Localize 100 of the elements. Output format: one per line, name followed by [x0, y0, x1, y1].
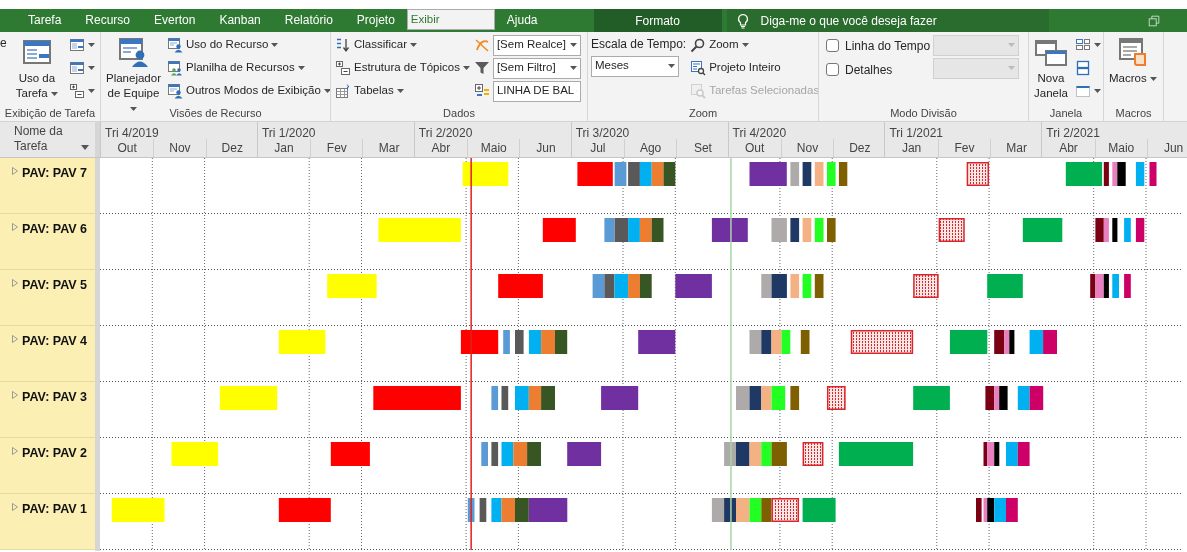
month-label: Jun — [1146, 139, 1187, 157]
ribbon-tab[interactable]: Recurso — [73, 9, 143, 32]
person-sheet-icon — [167, 37, 183, 53]
quarter-label: Tri 3/2020 — [574, 125, 631, 139]
ribbon-tab[interactable]: Formato — [593, 9, 722, 32]
ribbon-button[interactable]: Planilha de Recursos — [166, 57, 330, 79]
search-field[interactable]: Diga-me o que você deseja fazer — [758, 10, 1039, 31]
table-icon — [335, 83, 351, 99]
ribbon-tab[interactable]: Tarefa — [16, 9, 74, 32]
month-label: Jan — [273, 140, 295, 157]
ribbon-button[interactable]: Planejador de Equipe — [104, 34, 163, 116]
ribbon-tab[interactable]: Exibir — [406, 9, 495, 30]
group-label: Modo Divisão — [889, 106, 958, 121]
ribbon-tab[interactable]: Everton — [142, 9, 208, 32]
dropdown-field[interactable]: Meses — [591, 55, 679, 77]
ribbon-tab[interactable]: Ajuda — [494, 9, 550, 32]
ribbon-button[interactable]: Macros — [1107, 34, 1159, 86]
checkbox[interactable] — [826, 63, 839, 76]
person-sheet-icon — [167, 83, 183, 99]
month-label: Maio — [1094, 139, 1147, 157]
ribbon-button[interactable]: Estrutura de Tópicos — [334, 57, 471, 79]
group-label: Macros — [1114, 106, 1153, 121]
field-label: Escala de Tempo: — [591, 36, 687, 53]
restore-window-icon — [1147, 14, 1161, 29]
group-label: Exibição de Tarefa — [3, 106, 97, 121]
filter-icon — [473, 60, 490, 76]
expand-icon[interactable] — [12, 447, 18, 455]
quarter-label: Tri 4/2020 — [731, 125, 788, 139]
person-sheet-icon — [117, 36, 150, 68]
ribbon-button[interactable]: Tabelas — [334, 80, 471, 102]
checkbox[interactable] — [826, 39, 839, 52]
people-sheet-icon — [167, 60, 183, 76]
row-header[interactable]: PAV: PAV 5 — [0, 270, 95, 326]
outline-icon — [69, 83, 85, 99]
caret-icon — [1008, 43, 1016, 47]
ribbon-tab[interactable]: Kanban — [207, 9, 273, 32]
month-label: Nov — [780, 139, 834, 157]
month-label: Abr — [430, 140, 452, 157]
ribbon-button[interactable]: Uso da Tarefa — [9, 34, 64, 101]
expand-icon[interactable] — [12, 223, 18, 231]
sort-icon — [335, 37, 351, 53]
expand-icon[interactable] — [12, 503, 18, 511]
search-box[interactable]: Diga-me o que você deseja fazer — [726, 9, 1049, 32]
task-name: PAV: PAV 6 — [22, 221, 88, 238]
arrange-icon — [1074, 37, 1091, 53]
grouping-icon — [473, 83, 490, 99]
macro-icon — [1116, 36, 1149, 68]
task-name: PAV: PAV 1 — [22, 501, 88, 518]
ribbon-button[interactable]: Projeto Inteiro — [689, 57, 818, 79]
month-label: Nov — [153, 139, 206, 157]
row-header[interactable]: PAV: PAV 6 — [0, 214, 95, 270]
caret-icon — [569, 66, 577, 70]
quarter-label: Tri 1/2020 — [260, 125, 317, 139]
expand-icon[interactable] — [12, 279, 18, 287]
task-name: PAV: PAV 3 — [22, 389, 88, 406]
column-header[interactable]: Nome da Tarefa — [14, 124, 74, 154]
group-label: Janela — [1048, 106, 1084, 121]
task-name: PAV: PAV 4 — [22, 333, 88, 350]
ribbon-button[interactable]: Classificar — [334, 34, 471, 56]
expand-icon[interactable] — [12, 335, 18, 343]
button-label: e — [0, 35, 7, 52]
caret-icon — [668, 64, 675, 68]
checkbox-label: Detalhes — [845, 61, 893, 79]
row-header[interactable]: PAV: PAV 3 — [0, 382, 95, 438]
quarter-label: Tri 4/2019 — [104, 125, 160, 139]
magnifier-icon — [690, 83, 707, 99]
month-label: Maio — [467, 139, 520, 157]
group-label: Dados — [442, 106, 476, 121]
quarter-label: Tri 2/2020 — [417, 125, 474, 139]
month-label: Set — [676, 139, 729, 157]
group-label: Zoom — [687, 106, 719, 121]
expand-icon[interactable] — [12, 167, 18, 175]
month-label: Dez — [833, 139, 886, 157]
dropdown-field[interactable]: [Sem Filtro] — [492, 57, 581, 79]
task-name: PAV: PAV 2 — [22, 445, 88, 462]
row-header[interactable]: PAV: PAV 1 — [0, 494, 95, 550]
sheet-icon — [69, 37, 85, 53]
row-header[interactable]: PAV: PAV 4 — [0, 326, 95, 382]
group-label: Visões de Recurso — [168, 106, 263, 121]
month-label: Abr — [1058, 140, 1079, 157]
row-header[interactable]: PAV: PAV 7 — [0, 158, 95, 214]
ribbon-button[interactable]: Uso do Recurso — [166, 34, 330, 56]
month-label: Out — [116, 140, 138, 157]
task-name: PAV: PAV 7 — [22, 165, 88, 182]
row-header[interactable]: PAV: PAV 2 — [0, 438, 95, 494]
ribbon-button[interactable]: Zoom — [689, 34, 818, 56]
ribbon-tab[interactable]: Relatório — [272, 9, 345, 32]
caret-icon[interactable] — [81, 145, 89, 150]
month-label: Out — [744, 140, 766, 157]
hide-icon — [1074, 83, 1091, 99]
month-label: Jul — [589, 140, 607, 157]
ribbon-tab[interactable]: Projeto — [344, 9, 407, 32]
dropdown-field[interactable]: LINHA DE BAL — [492, 80, 581, 102]
ribbon-button[interactable]: Outros Modos de Exibição — [166, 80, 330, 102]
expand-icon[interactable] — [12, 391, 18, 399]
month-label: Mar — [362, 139, 415, 157]
highlighter-icon — [473, 37, 490, 53]
ribbon-button[interactable]: Nova Janela — [1032, 34, 1070, 101]
quarter-label: Tri 2/2021 — [1045, 125, 1101, 139]
dropdown-field[interactable]: [Sem Realce] — [492, 34, 581, 56]
